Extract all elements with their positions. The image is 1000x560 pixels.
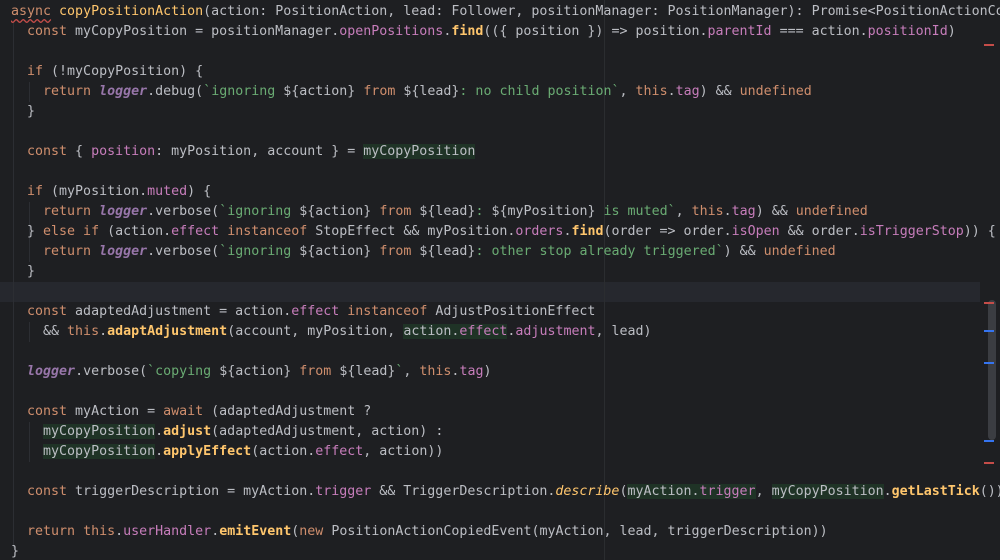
- code-line-16[interactable]: const adaptedAdjustment = action.effect …: [11, 302, 595, 322]
- vertical-scrollbar[interactable]: [988, 300, 996, 440]
- code-line-1[interactable]: async copyPositionAction(action: Positio…: [11, 2, 1000, 22]
- info-marker[interactable]: [984, 330, 994, 332]
- code-line-5[interactable]: return logger.debug(`ignoring ${action} …: [11, 82, 812, 102]
- code-line-8[interactable]: const { position: myPosition, account } …: [11, 142, 476, 162]
- current-line-highlight: [0, 282, 980, 302]
- code-line-13[interactable]: return logger.verbose(`ignoring ${action…: [11, 242, 836, 262]
- code-line-22[interactable]: myCopyPosition.adjust(adaptedAdjustment,…: [11, 422, 443, 442]
- code-line-28[interactable]: }: [11, 542, 19, 560]
- code-line-12[interactable]: } else if (action.effect instanceof Stop…: [11, 222, 996, 242]
- code-line-14[interactable]: }: [11, 262, 35, 282]
- code-line-6[interactable]: }: [11, 102, 35, 122]
- error-marker[interactable]: [984, 302, 994, 304]
- code-line-17[interactable]: && this.adaptAdjustment(account, myPosit…: [11, 322, 652, 342]
- code-line-25[interactable]: const triggerDescription = myAction.trig…: [11, 482, 1000, 502]
- error-marker[interactable]: [984, 44, 994, 46]
- info-marker[interactable]: [984, 362, 994, 364]
- error-marker[interactable]: [984, 462, 994, 464]
- code-line-2[interactable]: const myCopyPosition = positionManager.o…: [11, 22, 956, 42]
- code-editor[interactable]: async copyPositionAction(action: Positio…: [0, 0, 1000, 560]
- code-line-19[interactable]: logger.verbose(`copying ${action} from $…: [11, 362, 491, 382]
- code-line-21[interactable]: const myAction = await (adaptedAdjustmen…: [11, 402, 371, 422]
- code-line-4[interactable]: if (!myCopyPosition) {: [11, 62, 203, 82]
- code-line-23[interactable]: myCopyPosition.applyEffect(action.effect…: [11, 442, 443, 462]
- code-line-11[interactable]: return logger.verbose(`ignoring ${action…: [11, 202, 868, 222]
- code-line-27[interactable]: return this.userHandler.emitEvent(new Po…: [11, 522, 828, 542]
- code-line-10[interactable]: if (myPosition.muted) {: [11, 182, 211, 202]
- info-marker[interactable]: [984, 440, 994, 442]
